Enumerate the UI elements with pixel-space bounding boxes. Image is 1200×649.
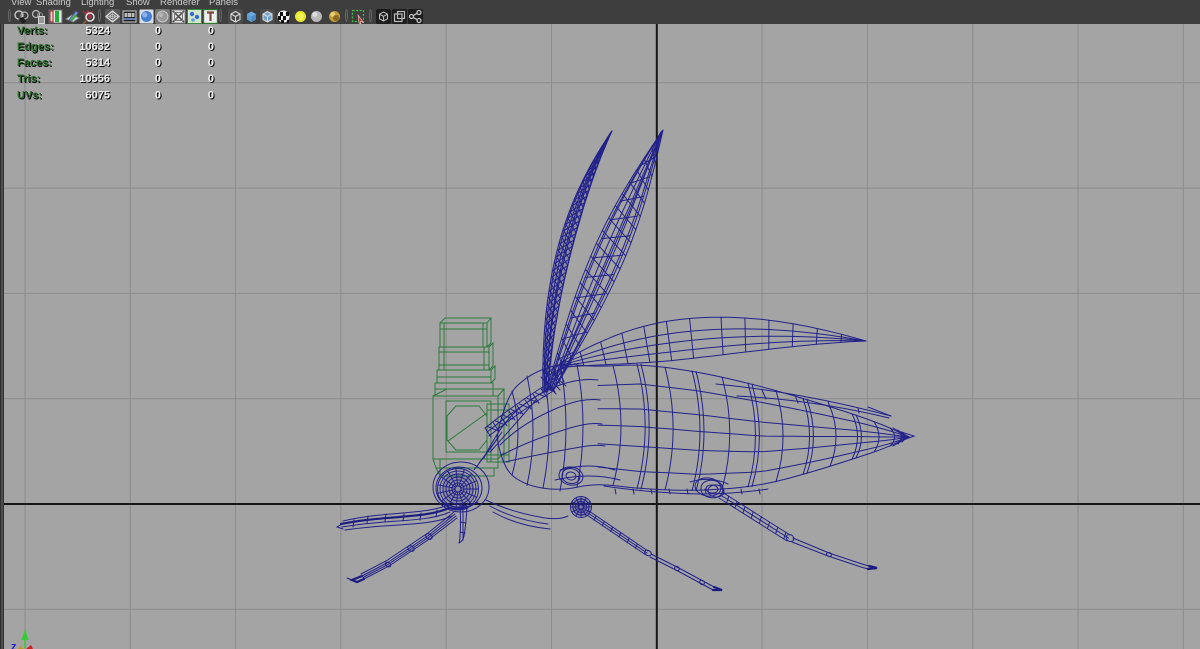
svg-text:0: 0	[155, 41, 161, 53]
svg-text:5324: 5324	[86, 25, 111, 37]
svg-text:0: 0	[208, 25, 214, 37]
svg-text:0: 0	[208, 90, 214, 102]
svg-text:0: 0	[208, 57, 214, 69]
svg-text:Faces:: Faces:	[17, 57, 52, 69]
svg-text:UVs:: UVs:	[17, 90, 42, 102]
svg-text:0: 0	[155, 57, 161, 69]
svg-text:0: 0	[208, 41, 214, 53]
svg-text:0: 0	[155, 25, 161, 37]
svg-text:0: 0	[155, 73, 161, 85]
svg-text:Verts:: Verts:	[17, 25, 48, 37]
svg-text:5314: 5314	[86, 57, 111, 69]
svg-text:0: 0	[155, 90, 161, 102]
svg-text:10632: 10632	[79, 41, 110, 53]
svg-text:Edges:: Edges:	[17, 41, 54, 53]
svg-text:0: 0	[208, 73, 214, 85]
svg-text:Tris:: Tris:	[17, 73, 40, 85]
svg-text:10556: 10556	[79, 73, 110, 85]
svg-text:z: z	[11, 641, 17, 649]
svg-text:6075: 6075	[86, 90, 110, 102]
